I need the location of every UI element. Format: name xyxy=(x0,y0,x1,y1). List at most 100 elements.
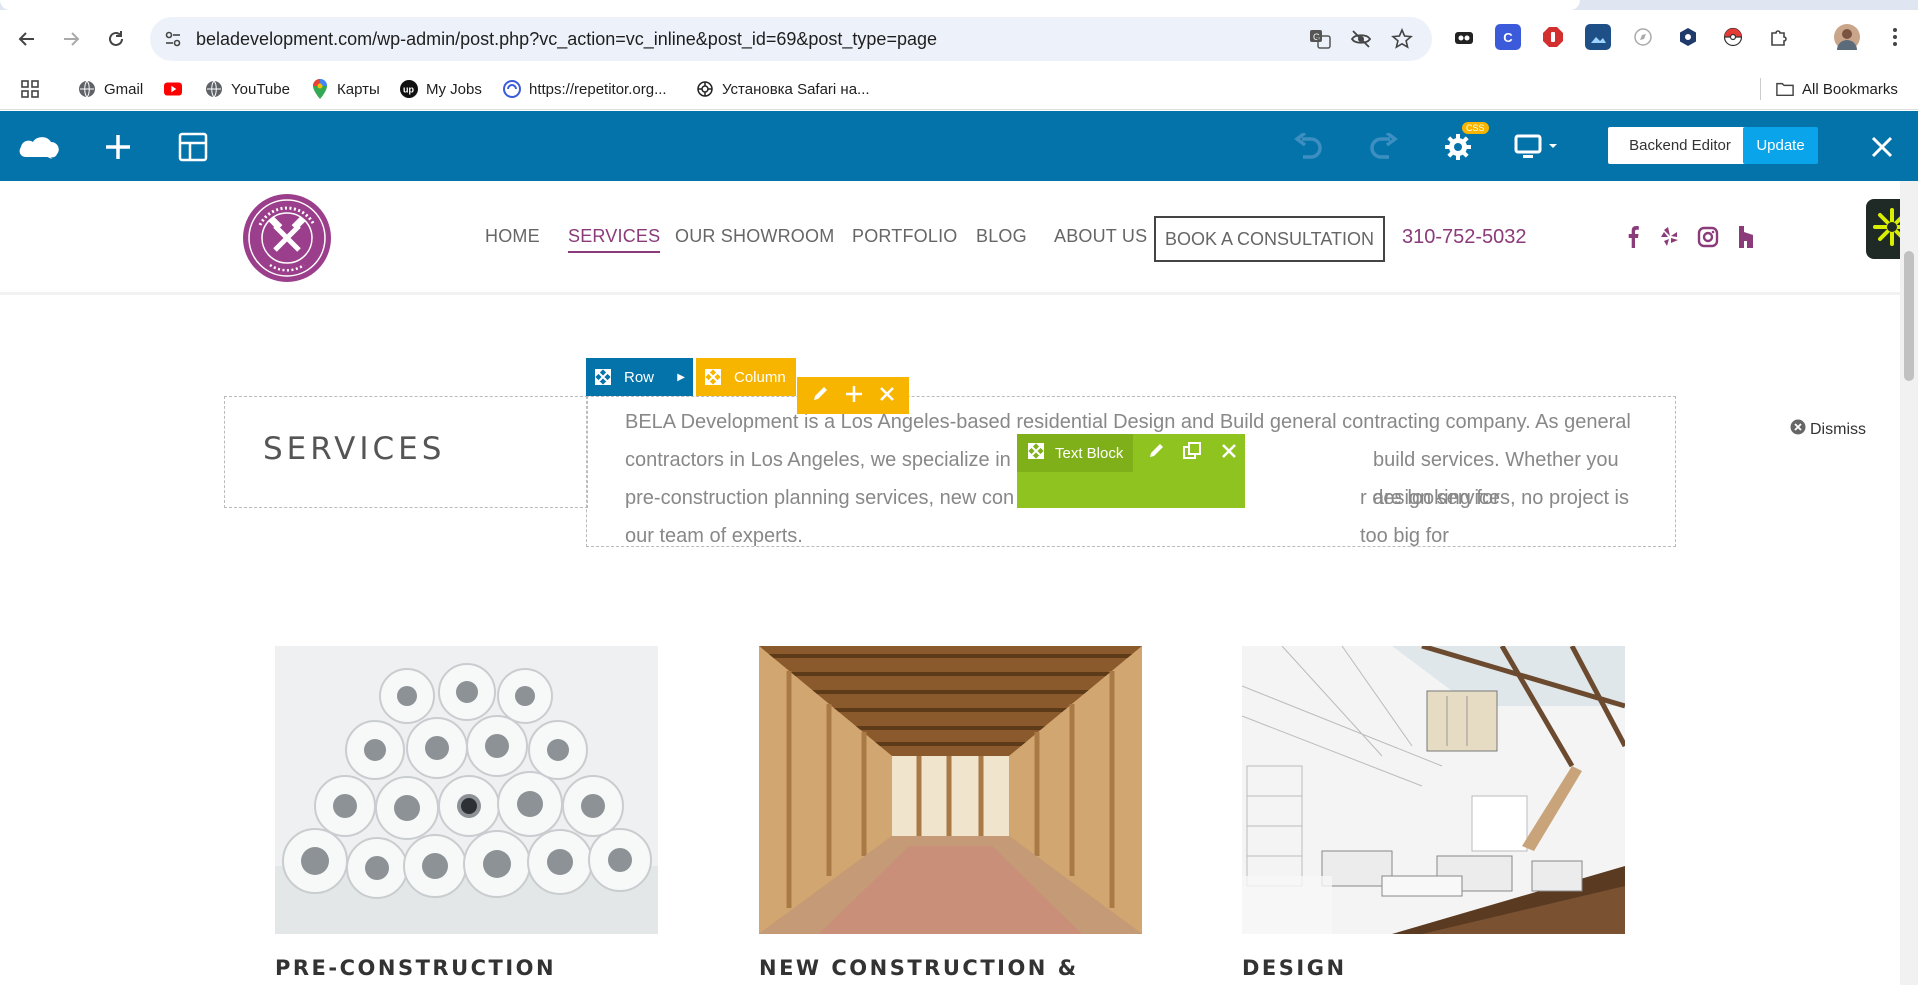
bookmarks-divider xyxy=(1760,78,1761,100)
browser-toolbar: beladevelopment.com/wp-admin/post.php?vc… xyxy=(0,10,1918,68)
houzz-icon[interactable] xyxy=(1734,225,1758,249)
column-action-bar xyxy=(797,377,909,414)
nav-about-us[interactable]: ABOUT US xyxy=(1054,226,1147,247)
svg-text:up: up xyxy=(403,85,414,95)
bookmark-my-jobs[interactable]: up My Jobs xyxy=(400,78,482,100)
row-controls[interactable]: Row ▶ xyxy=(586,358,693,396)
dismiss-link[interactable]: Dismiss xyxy=(1790,419,1866,440)
maps-pin-icon xyxy=(311,79,329,99)
bookmark-label: Карты xyxy=(337,80,380,98)
active-tab[interactable] xyxy=(0,0,1580,10)
eye-off-icon[interactable] xyxy=(1349,27,1373,51)
paragraph-fragment: r design services, no project is too big… xyxy=(1360,487,1630,547)
responsive-view-icon[interactable] xyxy=(1514,129,1562,165)
bookmark-maps[interactable]: Карты xyxy=(311,78,380,100)
phone-number[interactable]: 310-752-5032 xyxy=(1402,226,1527,249)
redo-icon[interactable] xyxy=(1366,129,1402,165)
card-title[interactable]: PRE-CONSTRUCTION xyxy=(275,956,556,980)
templates-icon[interactable] xyxy=(175,129,211,165)
delete-x-icon[interactable] xyxy=(1221,443,1237,463)
backend-editor-button[interactable]: Backend Editor xyxy=(1608,127,1752,164)
bookmark-repetitor[interactable]: https://repetitor.org... xyxy=(503,78,667,100)
text-block-controls[interactable]: Text Block xyxy=(1017,434,1245,508)
rolled-blueprints-image[interactable] xyxy=(275,646,658,934)
bookmarks-bar: Gmail YouTube Карты up My Jobs https://r… xyxy=(0,68,1918,110)
dismiss-x-icon xyxy=(1790,419,1806,440)
add-element-icon[interactable] xyxy=(100,129,136,165)
youtube-icon xyxy=(164,80,182,98)
nav-portfolio[interactable]: PORTFOLIO xyxy=(852,226,958,247)
bookmark-youtube-logo[interactable] xyxy=(164,78,190,100)
bookmark-gmail[interactable]: Gmail xyxy=(78,78,143,100)
address-bar[interactable]: beladevelopment.com/wp-admin/post.php?vc… xyxy=(150,17,1432,61)
folder-icon xyxy=(1776,80,1794,98)
scrollbar-thumb[interactable] xyxy=(1904,251,1914,381)
caret-right-icon[interactable]: ▶ xyxy=(677,372,685,383)
edit-pencil-icon[interactable] xyxy=(1147,442,1165,464)
forward-icon[interactable] xyxy=(56,24,86,54)
wpbakery-logo-icon[interactable] xyxy=(18,129,62,165)
star-bookmark-icon[interactable] xyxy=(1390,27,1414,51)
nav-our-showroom[interactable]: OUR SHOWROOM xyxy=(675,226,834,247)
clone-icon[interactable] xyxy=(1183,442,1201,464)
all-bookmarks[interactable]: All Bookmarks xyxy=(1776,78,1898,100)
edit-pencil-icon[interactable] xyxy=(811,385,829,407)
interior-design-sketch-image[interactable] xyxy=(1242,646,1625,934)
apps-grid-icon[interactable] xyxy=(20,78,40,100)
nav-home[interactable]: HOME xyxy=(485,226,540,247)
facebook-icon[interactable] xyxy=(1621,225,1645,249)
move-arrows-icon[interactable] xyxy=(586,368,620,386)
extension-compass-icon[interactable] xyxy=(1630,24,1656,50)
paragraph-fragment: contractors in Los Angeles, we specializ… xyxy=(625,449,1027,471)
close-editor-icon[interactable] xyxy=(1864,129,1900,165)
extension-adblock-icon[interactable] xyxy=(1540,24,1566,50)
upwork-icon: up xyxy=(400,80,418,98)
dismiss-label: Dismiss xyxy=(1810,420,1866,438)
browser-menu-icon[interactable] xyxy=(1882,24,1908,50)
bela-logo[interactable] xyxy=(242,193,332,283)
book-consultation-button[interactable]: BOOK A CONSULTATION xyxy=(1154,216,1385,262)
text-block-drag-handle[interactable]: Text Block xyxy=(1017,434,1133,472)
extension-photo-icon[interactable] xyxy=(1585,24,1611,50)
services-column[interactable]: SERVICES xyxy=(224,396,588,508)
paragraph-fragment: pre-construction planning services, new … xyxy=(625,487,1015,509)
move-arrows-icon[interactable] xyxy=(696,368,730,386)
card-title[interactable]: DESIGN xyxy=(1242,956,1347,980)
nav-blog[interactable]: BLOG xyxy=(976,226,1027,247)
site-info-icon[interactable] xyxy=(160,26,186,52)
nav-services[interactable]: SERVICES xyxy=(568,226,661,253)
page-scrollbar[interactable] xyxy=(1900,181,1918,985)
undo-icon[interactable] xyxy=(1290,129,1326,165)
bookmark-safari-install[interactable]: Установка Safari на... xyxy=(696,78,870,100)
instagram-icon[interactable] xyxy=(1696,225,1720,249)
extension-pokeball-icon[interactable] xyxy=(1720,24,1746,50)
extensions-puzzle-icon[interactable] xyxy=(1766,24,1792,50)
bookmark-label: My Jobs xyxy=(426,80,482,98)
extension-c-icon[interactable]: C xyxy=(1495,24,1521,50)
translate-icon[interactable]: G xyxy=(1308,27,1332,51)
yelp-icon[interactable] xyxy=(1658,225,1682,249)
move-arrows-icon[interactable] xyxy=(1027,442,1045,464)
reload-icon[interactable] xyxy=(101,24,131,54)
bookmark-label: YouTube xyxy=(231,80,290,98)
section-title: SERVICES xyxy=(263,431,446,467)
update-button[interactable]: Update xyxy=(1743,127,1818,164)
text-block-header: Text Block xyxy=(1017,434,1245,472)
repetitor-icon xyxy=(503,80,521,98)
house-framing-image[interactable] xyxy=(759,646,1142,934)
bookmark-youtube[interactable]: YouTube xyxy=(205,78,290,100)
extension-toggl-icon[interactable] xyxy=(1451,24,1477,50)
column-controls[interactable]: Column xyxy=(696,358,796,396)
extension-hex-icon[interactable] xyxy=(1675,24,1701,50)
row-label: Row xyxy=(624,368,655,386)
add-plus-icon[interactable] xyxy=(845,385,863,407)
all-bookmarks-label: All Bookmarks xyxy=(1802,80,1898,98)
page-settings-gear-icon[interactable] xyxy=(1440,129,1476,165)
site-header: HOME SERVICES OUR SHOWROOM PORTFOLIO BLO… xyxy=(0,181,1900,295)
card-title[interactable]: NEW CONSTRUCTION & xyxy=(759,956,1079,980)
delete-x-icon[interactable] xyxy=(879,386,895,406)
browser-tab-strip xyxy=(0,0,1918,10)
globe-icon xyxy=(205,80,223,98)
back-icon[interactable] xyxy=(12,24,42,54)
profile-avatar[interactable] xyxy=(1834,24,1860,50)
